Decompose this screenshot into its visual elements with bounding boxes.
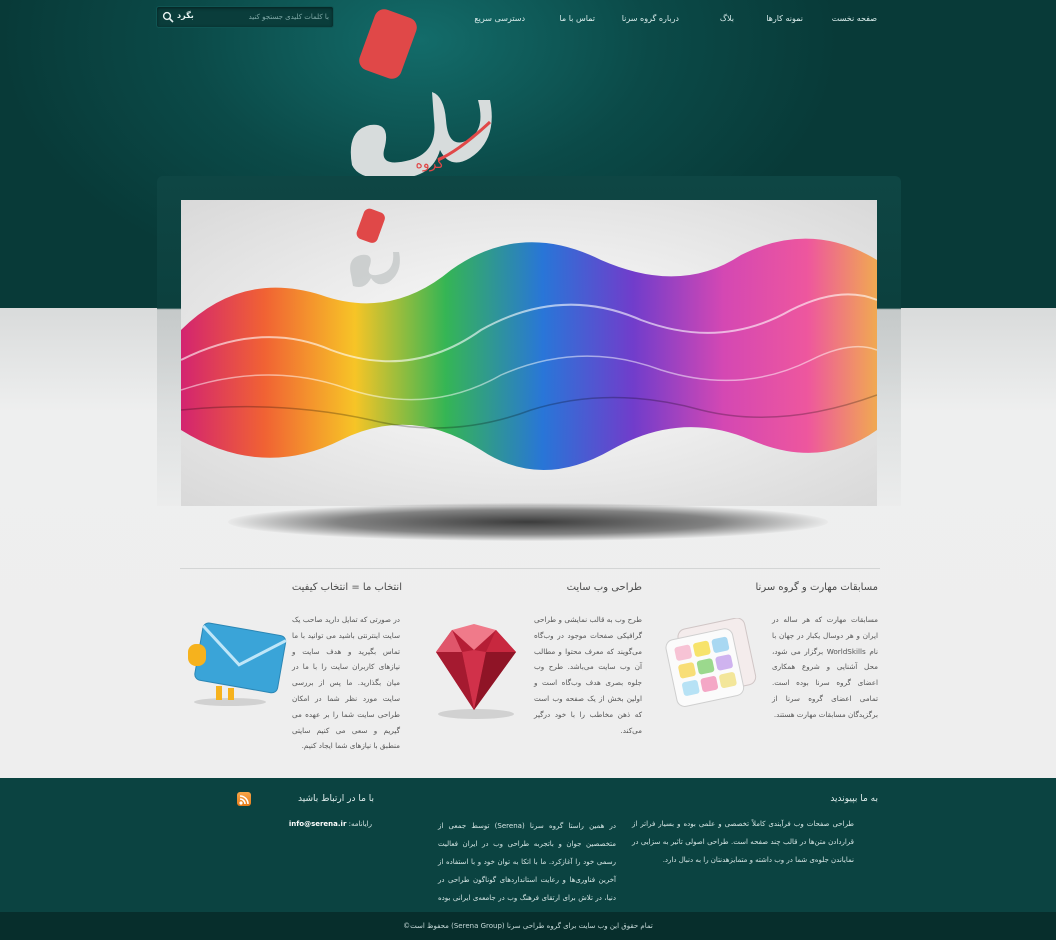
nav-item-home[interactable]: صفحه نخست [832, 14, 877, 23]
feature-text: طرح وب به قالب نمایشی و طراحی گرافیکی صف… [534, 615, 642, 735]
logo-subtext: گروه [416, 155, 445, 172]
color-palette-icon [665, 618, 757, 707]
footer-about-text: طراحی صفحات وب فرآیندی کاملاً تخصصی و عل… [632, 820, 854, 864]
feature-title: انتخاب ما = انتخاب کیفیت [291, 582, 402, 593]
search-button[interactable]: بگرد [177, 11, 194, 20]
search-icon[interactable] [162, 11, 174, 23]
feature-text: در صورتی که تمایل دارید صاحب یک سایت این… [292, 615, 400, 751]
rss-icon[interactable] [237, 792, 251, 806]
search-input[interactable] [209, 10, 329, 24]
search-box: بگرد [156, 6, 334, 28]
rainbow-silk-image [181, 200, 877, 506]
mail-envelope-icon [188, 622, 287, 706]
ruby-gem-icon [436, 624, 516, 719]
feature-text: مسابقات مهارت که هر ساله در ایران و هر د… [772, 615, 878, 719]
feature-title: طراحی وب سایت [566, 582, 642, 593]
email-label: رایانامه: [348, 820, 372, 828]
serena-logo[interactable]: گروه [340, 0, 505, 185]
nav-item-blog[interactable]: بلاگ [720, 14, 734, 23]
feature-title: مسابقات مهارت و گروه سرنا [755, 582, 879, 593]
feature-web-design: طراحی وب سایت طرح وب به قالب نمایشی و طر… [418, 582, 642, 735]
footer-contact-title: با ما در ارتباط باشید [298, 794, 374, 804]
footer-about-title: به ما بپیوندید [830, 794, 878, 804]
footer-email: رایانامه: info@serena.ir [289, 820, 372, 828]
nav-item-about[interactable]: درباره گروه سرنا [622, 14, 679, 23]
copyright: تمام حقوق این وب سایت برای گروه طراحی سر… [0, 912, 1056, 940]
divider [180, 568, 880, 569]
footer-contact-text: در همین راستا گروه سرنا (Serena) توسط جم… [438, 822, 616, 920]
feature-skills: مسابقات مهارت و گروه سرنا مسابقات مهارت … [654, 582, 879, 719]
slider-banner-image[interactable] [181, 200, 877, 506]
nav-item-portfolio[interactable]: نمونه کارها [766, 14, 803, 23]
feature-quality: انتخاب ما = انتخاب کیفیت در صورتی که تما… [178, 582, 402, 750]
banner-shadow [228, 503, 828, 541]
nav-item-contact[interactable]: تماس با ما [559, 14, 595, 23]
email-link[interactable]: info@serena.ir [289, 820, 347, 828]
